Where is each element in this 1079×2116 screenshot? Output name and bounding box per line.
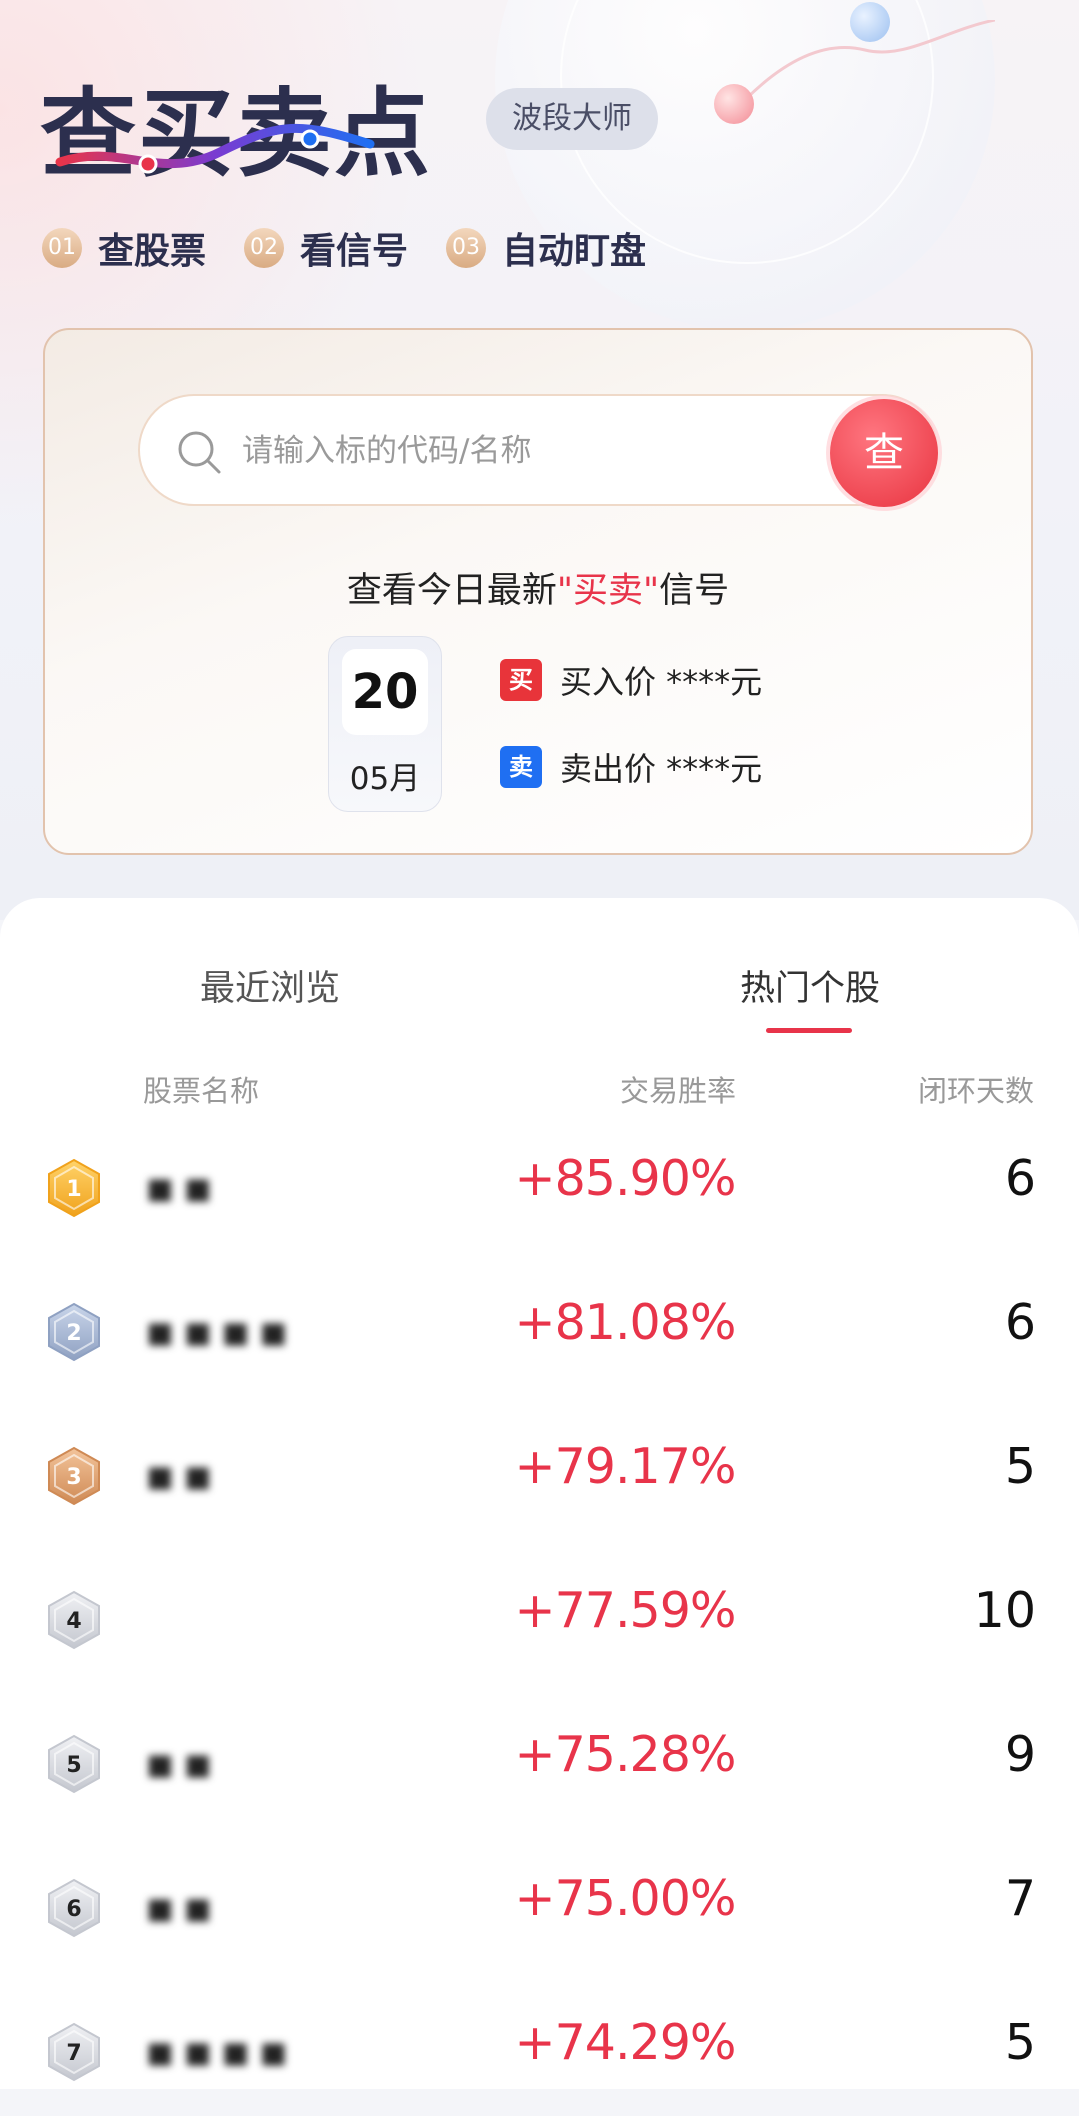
rank-badge-icon: 4 bbox=[48, 1590, 100, 1650]
date-day: 20 bbox=[342, 649, 428, 735]
closed-loop-days: 6 bbox=[1004, 1150, 1036, 1207]
table-row[interactable]: 5 ▪▪ +75.28% 9 bbox=[0, 1684, 1079, 1828]
stock-name: ▪▪▪▪ bbox=[145, 2025, 297, 2077]
column-header-days: 闭环天数 bbox=[918, 1074, 1035, 1108]
win-rate: +75.28% bbox=[514, 1726, 737, 1783]
stock-name: ▪▪ bbox=[145, 1449, 221, 1501]
stock-name: ▪▪ bbox=[145, 1161, 221, 1213]
table-row[interactable]: 7 ▪▪▪▪ +74.29% 5 bbox=[0, 1972, 1079, 2116]
win-rate: +79.17% bbox=[514, 1438, 737, 1495]
rank-number: 3 bbox=[66, 1465, 81, 1490]
buy-icon: 买 bbox=[500, 659, 542, 701]
step-item: 03 自动盯盘 bbox=[446, 222, 646, 274]
app-logo: 查买卖点 bbox=[40, 82, 470, 187]
rank-number: 5 bbox=[66, 1753, 81, 1778]
search-box[interactable] bbox=[138, 394, 938, 506]
table-row[interactable]: 4 +77.59% 10 bbox=[0, 1540, 1079, 1684]
decorative-blue-ball bbox=[850, 2, 890, 42]
closed-loop-days: 5 bbox=[1004, 1438, 1036, 1495]
closed-loop-days: 7 bbox=[1004, 1870, 1036, 1927]
column-header-rate: 交易胜率 bbox=[620, 1074, 737, 1108]
search-button[interactable]: 查 bbox=[830, 399, 938, 507]
column-header-name: 股票名称 bbox=[143, 1074, 260, 1108]
buy-price-row: 买 买入价 ****元 bbox=[500, 658, 762, 702]
brand-badge: 波段大师 bbox=[486, 88, 658, 150]
table-row[interactable]: 3 ▪▪ +79.17% 5 bbox=[0, 1396, 1079, 1540]
search-input[interactable] bbox=[240, 418, 784, 484]
closed-loop-days: 6 bbox=[1004, 1294, 1036, 1351]
stock-list-panel: 最近浏览 热门个股 股票名称 交易胜率 闭环天数 1 ▪▪ +85.90% 6 2 ▪▪▪… bbox=[0, 898, 1079, 2089]
active-tab-indicator bbox=[766, 1028, 852, 1033]
step-label: 查股票 bbox=[98, 231, 207, 272]
step-number-badge: 01 bbox=[42, 228, 82, 268]
sell-price-row: 卖 卖出价 ****元 bbox=[500, 745, 762, 789]
tab-recent[interactable]: 最近浏览 bbox=[200, 960, 340, 1011]
rank-badge-icon: 2 bbox=[48, 1302, 100, 1362]
table-row[interactable]: 1 ▪▪ +85.90% 6 bbox=[0, 1108, 1079, 1252]
tab-hot-stocks[interactable]: 热门个股 bbox=[740, 960, 880, 1011]
signal-title-prefix: 查看今日最新 bbox=[346, 571, 557, 611]
logo-wave-icon bbox=[55, 123, 375, 174]
rank-number: 6 bbox=[66, 1897, 81, 1922]
stock-name: ▪▪▪▪ bbox=[145, 1305, 297, 1357]
closed-loop-days: 5 bbox=[1004, 2014, 1036, 2071]
rank-number: 2 bbox=[66, 1321, 81, 1346]
win-rate: +74.29% bbox=[514, 2014, 737, 2071]
closed-loop-days: 10 bbox=[973, 1582, 1036, 1639]
decorative-red-ball bbox=[714, 84, 754, 124]
rank-badge-icon: 5 bbox=[48, 1734, 100, 1794]
stock-name: ▪▪ bbox=[145, 1881, 221, 1933]
buy-price-text: 买入价 ****元 bbox=[560, 663, 763, 701]
signal-title: 查看今日最新"买卖"信号 bbox=[45, 562, 1031, 613]
signal-title-highlight: "买卖" bbox=[556, 571, 660, 611]
step-number-badge: 02 bbox=[244, 228, 285, 268]
feature-steps: 01 查股票 02 看信号 03 自动盯盘 bbox=[42, 222, 684, 274]
win-rate: +81.08% bbox=[514, 1294, 737, 1351]
win-rate: +75.00% bbox=[514, 1870, 737, 1927]
step-item: 01 查股票 bbox=[42, 222, 206, 274]
sell-icon: 卖 bbox=[500, 746, 542, 788]
table-row[interactable]: 2 ▪▪▪▪ +81.08% 6 bbox=[0, 1252, 1079, 1396]
rank-number: 4 bbox=[66, 1609, 81, 1634]
step-item: 02 看信号 bbox=[244, 222, 408, 274]
table-row[interactable]: 6 ▪▪ +75.00% 7 bbox=[0, 1828, 1079, 1972]
stock-name: ▪▪ bbox=[145, 1737, 221, 1789]
win-rate: +77.59% bbox=[514, 1582, 737, 1639]
search-card: 查 查看今日最新"买卖"信号 20 05月 买 买入价 ****元 卖 卖出价 … bbox=[43, 328, 1033, 855]
signal-title-suffix: 信号 bbox=[659, 571, 730, 611]
step-label: 看信号 bbox=[300, 231, 409, 272]
date-card: 20 05月 bbox=[328, 636, 442, 812]
rank-badge-icon: 6 bbox=[48, 1878, 100, 1938]
rank-badge-icon: 3 bbox=[48, 1446, 100, 1506]
step-label: 自动盯盘 bbox=[502, 231, 647, 272]
search-icon bbox=[178, 431, 221, 474]
step-number-badge: 03 bbox=[446, 228, 487, 268]
sell-price-text: 卖出价 ****元 bbox=[560, 750, 763, 788]
rank-badge-icon: 1 bbox=[48, 1158, 100, 1218]
rank-number: 7 bbox=[66, 2041, 81, 2066]
win-rate: +85.90% bbox=[514, 1150, 737, 1207]
closed-loop-days: 9 bbox=[1004, 1726, 1036, 1783]
rank-number: 1 bbox=[66, 1177, 81, 1202]
rank-badge-icon: 7 bbox=[48, 2022, 100, 2082]
date-month: 05月 bbox=[349, 761, 421, 797]
